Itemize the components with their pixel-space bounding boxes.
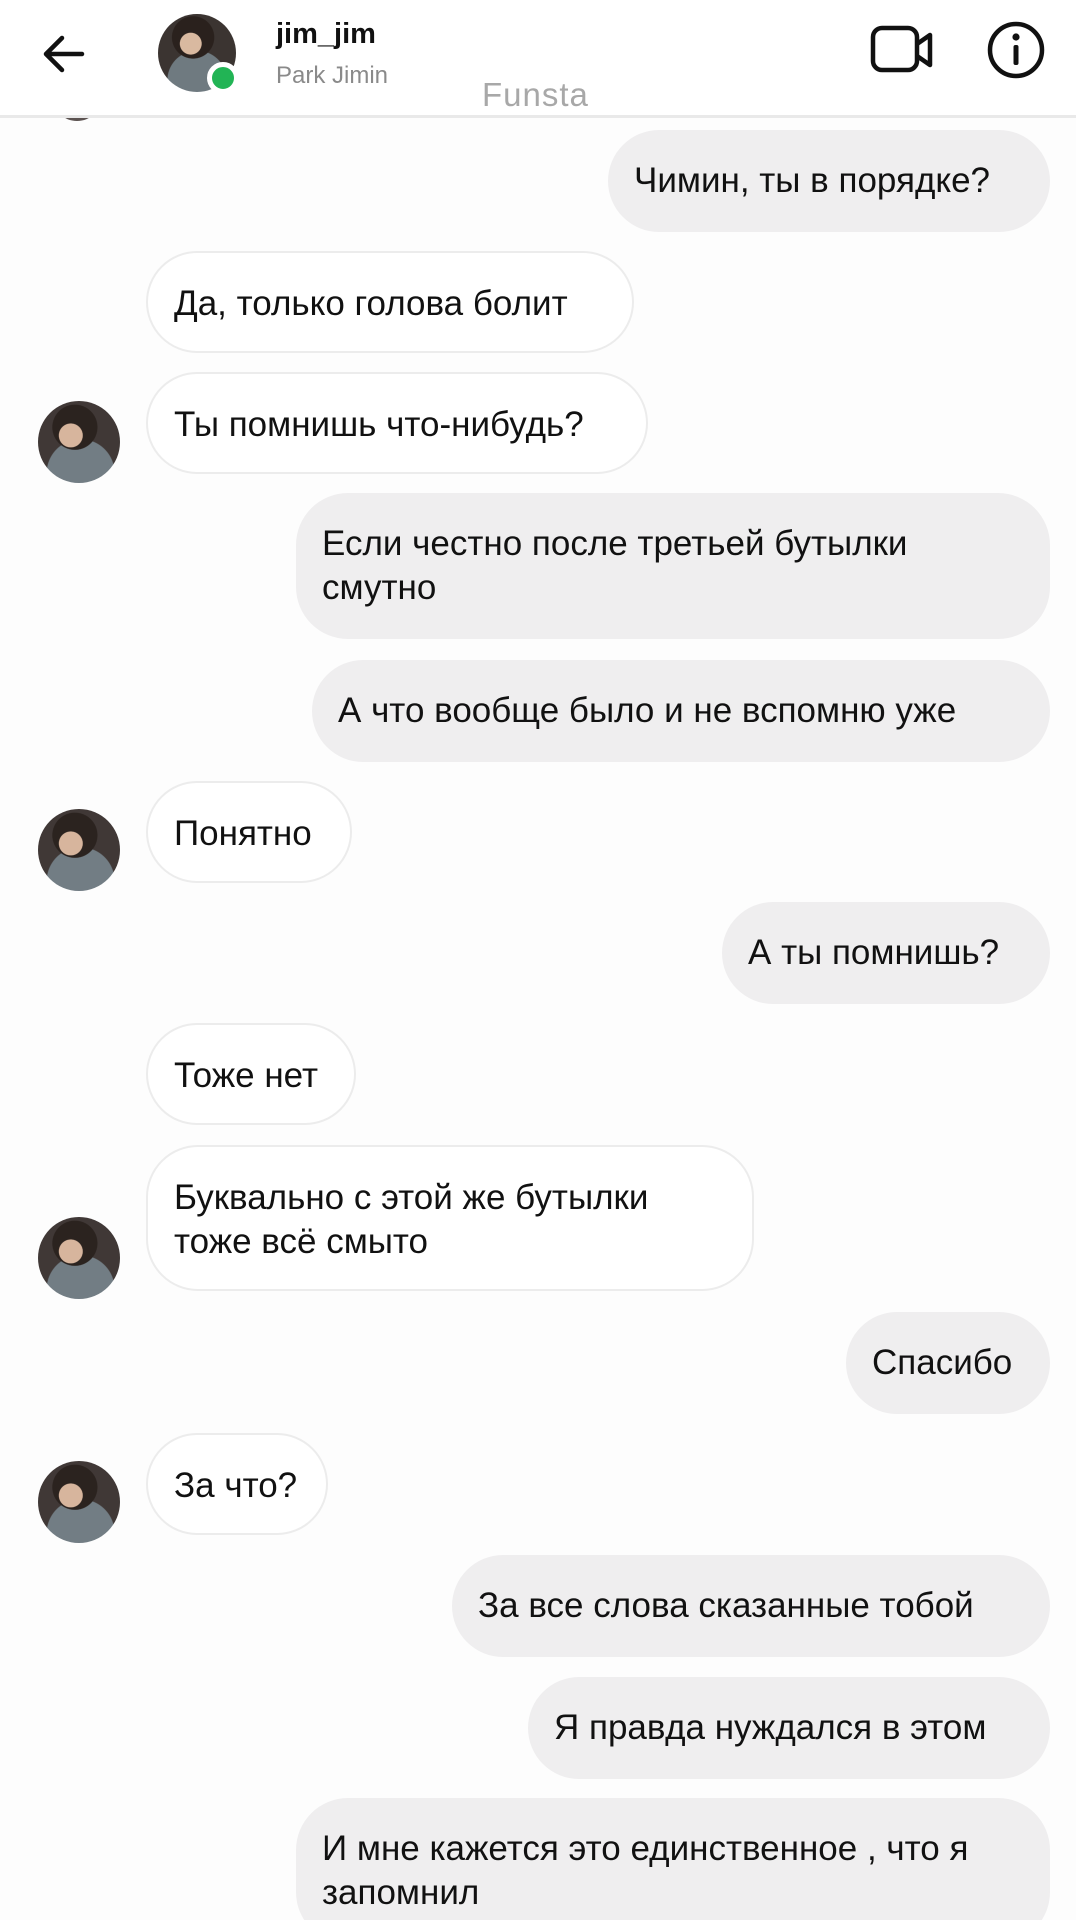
message-text: Если честно после третьей бутылки смутно (322, 524, 908, 607)
message-bubble-incoming[interactable]: За что? (146, 1433, 328, 1535)
message-text: И мне кажется это единственное , что я з… (322, 1829, 969, 1912)
message-bubble-incoming[interactable]: Тоже нет (146, 1023, 356, 1125)
sender-avatar[interactable] (38, 1461, 120, 1543)
watermark: Funsta (482, 76, 589, 113)
message-bubble-incoming[interactable]: Да, только голова болит (146, 251, 634, 353)
message-bubble-incoming[interactable]: Буквально с этой же бутылки тоже всё смы… (146, 1145, 754, 1291)
message-text: За все слова сказанные тобой (478, 1586, 974, 1625)
sender-avatar[interactable] (38, 1217, 120, 1299)
online-status-indicator (207, 62, 239, 94)
sender-avatar[interactable] (38, 809, 120, 891)
message-bubble-outgoing[interactable]: Я правда нуждался в этом (528, 1677, 1050, 1779)
message-bubble-outgoing[interactable]: А что вообще было и не вспомню уже (312, 660, 1050, 762)
message-text: Я правда нуждался в этом (554, 1708, 987, 1747)
info-icon[interactable] (986, 20, 1046, 80)
message-bubble-outgoing[interactable]: И мне кажется это единственное , что я з… (296, 1798, 1050, 1920)
message-bubble-outgoing[interactable]: Спасибо (846, 1312, 1050, 1414)
message-text: Буквально с этой же бутылки тоже всё смы… (174, 1178, 649, 1261)
header-full-name: Park Jimin (276, 62, 389, 89)
message-text: А что вообще было и не вспомню уже (338, 691, 957, 730)
message-bubble-outgoing[interactable]: А ты помнишь? (722, 902, 1050, 1004)
message-bubble-outgoing[interactable]: Если честно после третьей бутылки смутно (296, 493, 1050, 639)
message-text: Понятно (174, 814, 312, 853)
message-bubble-outgoing[interactable]: Чимин, ты в порядке? (608, 130, 1050, 232)
message-text: За что? (174, 1466, 298, 1505)
message-text: Тоже нет (174, 1056, 318, 1095)
sender-avatar[interactable] (38, 401, 120, 483)
message-bubble-incoming[interactable]: Ты помнишь что-нибудь? (146, 372, 648, 474)
message-text: Ты помнишь что-нибудь? (174, 405, 584, 444)
message-bubble-incoming[interactable]: Понятно (146, 781, 352, 883)
video-call-icon[interactable] (870, 22, 936, 78)
back-arrow-icon[interactable] (38, 28, 90, 80)
message-text: Да, только голова болит (174, 284, 568, 323)
chat-screen: jim_jim Park Jimin Funsta Чимин, ты в по… (0, 0, 1076, 1920)
message-text: Чимин, ты в порядке? (634, 161, 990, 200)
message-text: А ты помнишь? (748, 933, 1000, 972)
message-bubble-outgoing[interactable]: За все слова сказанные тобой (452, 1555, 1050, 1657)
message-text: Спасибо (872, 1343, 1013, 1382)
chat-header: jim_jim Park Jimin Funsta (0, 0, 1076, 118)
header-username[interactable]: jim_jim (276, 18, 376, 51)
